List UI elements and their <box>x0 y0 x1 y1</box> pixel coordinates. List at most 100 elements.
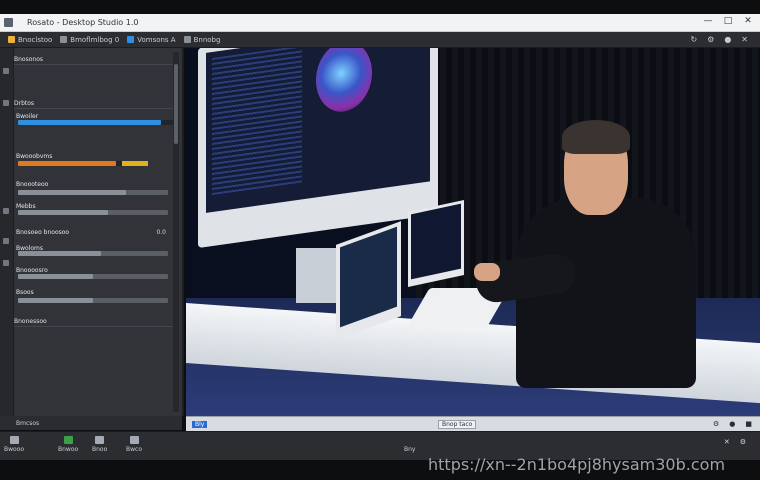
property-bar-fill <box>18 274 93 279</box>
property-bar-fill <box>18 298 93 303</box>
property-bar[interactable] <box>18 251 168 256</box>
laptop-screen <box>411 203 461 280</box>
maximize-icon[interactable]: □ <box>722 16 734 26</box>
toolbar-item-1[interactable]: Bnoclstoo <box>8 36 52 44</box>
toolbar-item-3[interactable]: Vomsons A <box>127 35 176 44</box>
minimize-icon[interactable]: — <box>702 16 714 26</box>
battery-icon <box>63 436 73 444</box>
close-icon[interactable]: ✕ <box>724 438 730 446</box>
view-icon <box>127 36 135 43</box>
settings-icon[interactable]: ⚙ <box>707 35 714 44</box>
scrollbar-thumb[interactable] <box>174 64 178 144</box>
refresh-icon[interactable]: ↻ <box>690 35 697 44</box>
property-label: Bwooobvms <box>16 152 53 160</box>
property-label: Bnosoeo bnoosoo <box>16 228 70 236</box>
app-window: Rosato - Desktop Studio 1.0 — □ ✕ Bnocls… <box>0 0 760 480</box>
watermark-url: https://xn--2n1bo4pj8hysam30b.com <box>428 455 726 474</box>
app-icon <box>4 18 13 27</box>
window-controls: — □ ✕ <box>702 16 754 26</box>
panel-header: Bnosonos <box>14 54 174 65</box>
property-bar[interactable] <box>18 298 168 303</box>
property-row[interactable]: Bnoooosro <box>16 266 48 274</box>
tool-icon[interactable] <box>3 100 9 106</box>
property-bar[interactable] <box>18 120 173 125</box>
property-bar-fill <box>18 190 126 195</box>
property-bar[interactable] <box>18 274 168 279</box>
panel-footer: Bmcsos <box>0 416 182 430</box>
laptop-screen <box>340 226 397 328</box>
viewport[interactable] <box>186 48 760 416</box>
statusbar-item[interactable]: Bnwoo <box>58 436 78 453</box>
property-label: Mebbs <box>16 202 36 210</box>
property-bar-fill <box>18 210 108 215</box>
toolbar-item-label: Bnnobg <box>193 35 221 44</box>
property-bar-fill <box>18 251 101 256</box>
monitor-stand <box>296 248 336 303</box>
section-title[interactable]: Drbtos <box>14 98 174 109</box>
settings-icon[interactable]: ⚙ <box>740 438 746 446</box>
toolbar-item-2[interactable]: Bmoflmlbog 0 <box>60 36 119 44</box>
folder-icon <box>60 36 68 43</box>
property-row[interactable]: Bwooobvms <box>16 152 52 160</box>
property-row[interactable]: Bsoos <box>16 288 34 296</box>
property-bar-fill <box>122 161 148 166</box>
window-title: Rosato - Desktop Studio 1.0 <box>27 18 139 27</box>
viewport-footer: Bly Bnop taco ⚙ ● ■ <box>186 416 760 431</box>
statusbar-item[interactable]: Bwooo <box>4 436 24 453</box>
statusbar-item[interactable]: Bnoo <box>92 436 107 453</box>
property-value: 0.0 <box>156 228 166 236</box>
section-title-label: Drbtos <box>14 99 35 107</box>
property-bar[interactable] <box>18 210 168 215</box>
panel-header-label: Bnosonos <box>14 55 43 63</box>
scene-monitor <box>198 48 438 248</box>
zoom-label[interactable]: Bly <box>192 420 208 428</box>
viewport-footer-icons: ⚙ ● ■ <box>713 420 752 428</box>
lock-icon[interactable]: ● <box>729 420 735 428</box>
close-icon[interactable]: ✕ <box>742 16 754 26</box>
statusbar-center-text: Bny <box>404 446 416 453</box>
property-label: Bnoooteoo <box>16 180 49 188</box>
property-row[interactable]: Bnoooteoo <box>16 180 48 188</box>
monitor-screen <box>206 48 430 213</box>
tool-icon[interactable] <box>3 208 9 214</box>
title-bar: Rosato - Desktop Studio 1.0 — □ ✕ <box>0 14 760 32</box>
section-title[interactable]: Bnonessoo <box>14 316 174 327</box>
property-bar[interactable] <box>18 190 168 195</box>
panel-footer-label: Bmcsos <box>16 419 40 427</box>
toolbar-item-label: Vomsons A <box>137 35 176 44</box>
statusbar-item-label: Bwooo <box>4 446 25 453</box>
property-row[interactable]: Bnosoeo bnoosoo 0.0 <box>16 228 166 236</box>
statusbar-right-icons: ✕ ⚙ <box>724 438 746 446</box>
screen-code <box>212 48 302 199</box>
tool-icon[interactable] <box>3 260 9 266</box>
section-title-label: Bnonessoo <box>14 317 47 325</box>
toolbar-item-4[interactable]: Bnnobg <box>183 35 221 44</box>
tool-icon[interactable] <box>3 238 9 244</box>
grid-icon[interactable]: ■ <box>745 420 752 428</box>
property-row[interactable]: Bwoiler <box>16 112 38 120</box>
properties-panel: Bnosonos Drbtos Bwoiler Bwooobvms Bnooot… <box>0 48 184 416</box>
scene-laptop-2 <box>408 200 464 287</box>
panel-scrollbar[interactable] <box>173 52 179 412</box>
screen-globe <box>316 48 372 116</box>
statusbar-item[interactable]: Bwco <box>126 436 142 453</box>
property-label: Bsoos <box>16 288 34 296</box>
property-label: Bnoooosro <box>16 266 48 274</box>
person-hand <box>474 263 500 281</box>
tool-icon[interactable] <box>3 68 9 74</box>
camera-icon <box>129 436 139 444</box>
close-icon[interactable]: ✕ <box>741 35 748 44</box>
statusbar-item-label: Bnoo <box>92 446 108 453</box>
toolbar: Bnoclstoo Bmoflmlbog 0 Vomsons A Bnnobg … <box>0 32 760 48</box>
pin-icon[interactable]: ⚙ <box>713 420 719 428</box>
statusbar-item-label: Bnwoo <box>58 446 79 453</box>
person-hair <box>562 120 630 154</box>
help-icon[interactable]: ● <box>724 35 731 44</box>
property-row[interactable]: Mebbs <box>16 202 36 210</box>
toolbar-item-label: Bmoflmlbog 0 <box>70 35 120 44</box>
statusbar-item-label: Bwco <box>126 446 142 453</box>
link-icon <box>95 436 105 444</box>
play-icon <box>183 36 191 43</box>
property-bar[interactable] <box>18 161 148 166</box>
toolbar-right-icons: ↻ ⚙ ● ✕ <box>690 35 748 44</box>
